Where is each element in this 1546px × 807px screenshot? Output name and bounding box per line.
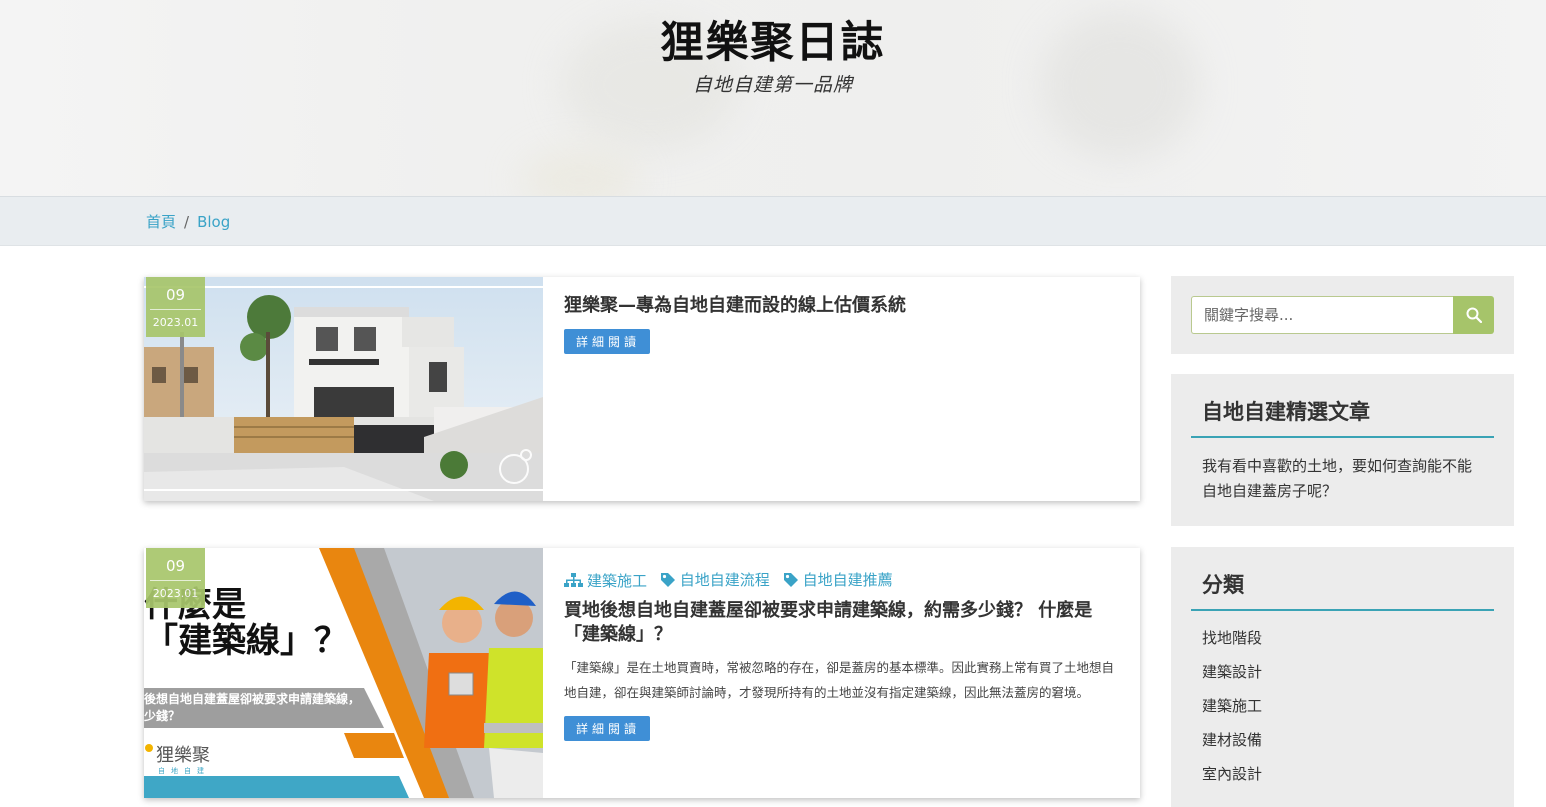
- date-year-month: 2023.01: [152, 316, 199, 329]
- tag-icon: [660, 572, 675, 587]
- search-icon: [1466, 307, 1482, 323]
- tag-link[interactable]: 建築施工: [564, 570, 647, 591]
- search-input[interactable]: [1191, 296, 1453, 334]
- thumb-headline-2: 「建築線」？: [144, 621, 348, 661]
- widget-title: 自地自建精選文章: [1191, 394, 1494, 438]
- thumb-logo-sub: 自地自建: [158, 766, 210, 775]
- tag-icon: [783, 572, 798, 587]
- category-item[interactable]: 室內設計: [1202, 762, 1262, 796]
- breadcrumb-bar: 首頁 / Blog: [0, 196, 1546, 246]
- post-title[interactable]: 買地後想自地自建蓋屋卻被要求申請建築線，約需多少錢？ 什麼是「建築線」？: [564, 599, 1114, 647]
- sitemap-icon: [564, 572, 583, 587]
- breadcrumb-separator: /: [184, 213, 190, 231]
- post-body: 狸樂聚—專為自地自建而設的線上估價系統 詳細閱讀: [564, 294, 1114, 354]
- post-body: 建築施工 自地自建流程 自地自建推薦 買地後想自地自建蓋屋卻被要求申請建築線，約…: [564, 569, 1114, 741]
- tag-link[interactable]: 自地自建推薦: [783, 569, 893, 590]
- site-title[interactable]: 狸樂聚日誌: [0, 8, 1546, 70]
- tag-label: 自地自建流程: [679, 571, 770, 589]
- post-excerpt: 「建築線」是在土地買賣時，常被忽略的存在，卻是蓋房的基本標準。因此實務上常有買了…: [564, 660, 1115, 700]
- search-box: [1191, 296, 1494, 334]
- read-more-button[interactable]: 詳細閱讀: [564, 716, 651, 741]
- featured-article-link[interactable]: 我有看中喜歡的土地，要如何查詢能不能自地自建蓋房子呢？: [1202, 454, 1478, 504]
- post-tags: 建築施工 自地自建流程 自地自建推薦: [564, 569, 1114, 591]
- site-subtitle: 自地自建第一品牌: [692, 74, 853, 96]
- breadcrumb: 首頁 / Blog: [146, 211, 230, 232]
- categories-widget: 分類 找地階段 建築設計 建築施工 建材設備 室內設計: [1171, 547, 1514, 807]
- category-item[interactable]: 建築設計: [1202, 660, 1262, 694]
- post-title[interactable]: 狸樂聚—專為自地自建而設的線上估價系統: [564, 294, 1114, 318]
- svg-text:少錢？: 少錢？: [144, 708, 180, 723]
- date-badge: 09 2023.01: [146, 277, 205, 337]
- category-list: 找地階段 建築設計 建築施工 建材設備 室內設計: [1202, 626, 1262, 796]
- post-card: 09 2023.01 狸樂聚—專為自地自建而設的線上估價系統 詳細閱讀: [144, 277, 1140, 501]
- svg-text:後想自地自建蓋屋卻被要求申請建築線，: 後想自地自建蓋屋卻被要求申請建築線，: [144, 691, 360, 706]
- header-background-shape: [520, 150, 640, 196]
- date-day: 09: [150, 277, 201, 310]
- date-badge: 09 2023.01: [146, 548, 205, 608]
- date-year-month: 2023.01: [152, 587, 199, 600]
- breadcrumb-current[interactable]: Blog: [197, 213, 230, 231]
- category-item[interactable]: 建材設備: [1202, 728, 1262, 762]
- tag-label: 建築施工: [587, 571, 648, 590]
- search-widget: [1171, 276, 1514, 354]
- category-item[interactable]: 建築施工: [1202, 694, 1262, 728]
- widget-title: 分類: [1191, 567, 1494, 611]
- thumb-logo: 狸樂聚: [156, 745, 210, 766]
- featured-articles-widget: 自地自建精選文章 我有看中喜歡的土地，要如何查詢能不能自地自建蓋房子呢？: [1171, 374, 1514, 526]
- site-header: 狸樂聚日誌 自地自建第一品牌: [0, 0, 1546, 196]
- search-button[interactable]: [1453, 296, 1494, 334]
- post-card: 什麼是 「建築線」？ 後想自地自建蓋屋卻被要求申請建築線， 少錢？ 狸樂聚 自地…: [144, 548, 1140, 798]
- tag-label: 自地自建推薦: [802, 571, 893, 589]
- date-day: 09: [150, 548, 201, 581]
- category-item[interactable]: 找地階段: [1202, 626, 1262, 660]
- read-more-button[interactable]: 詳細閱讀: [564, 329, 651, 354]
- tag-link[interactable]: 自地自建流程: [660, 569, 770, 590]
- breadcrumb-home-link[interactable]: 首頁: [146, 213, 176, 231]
